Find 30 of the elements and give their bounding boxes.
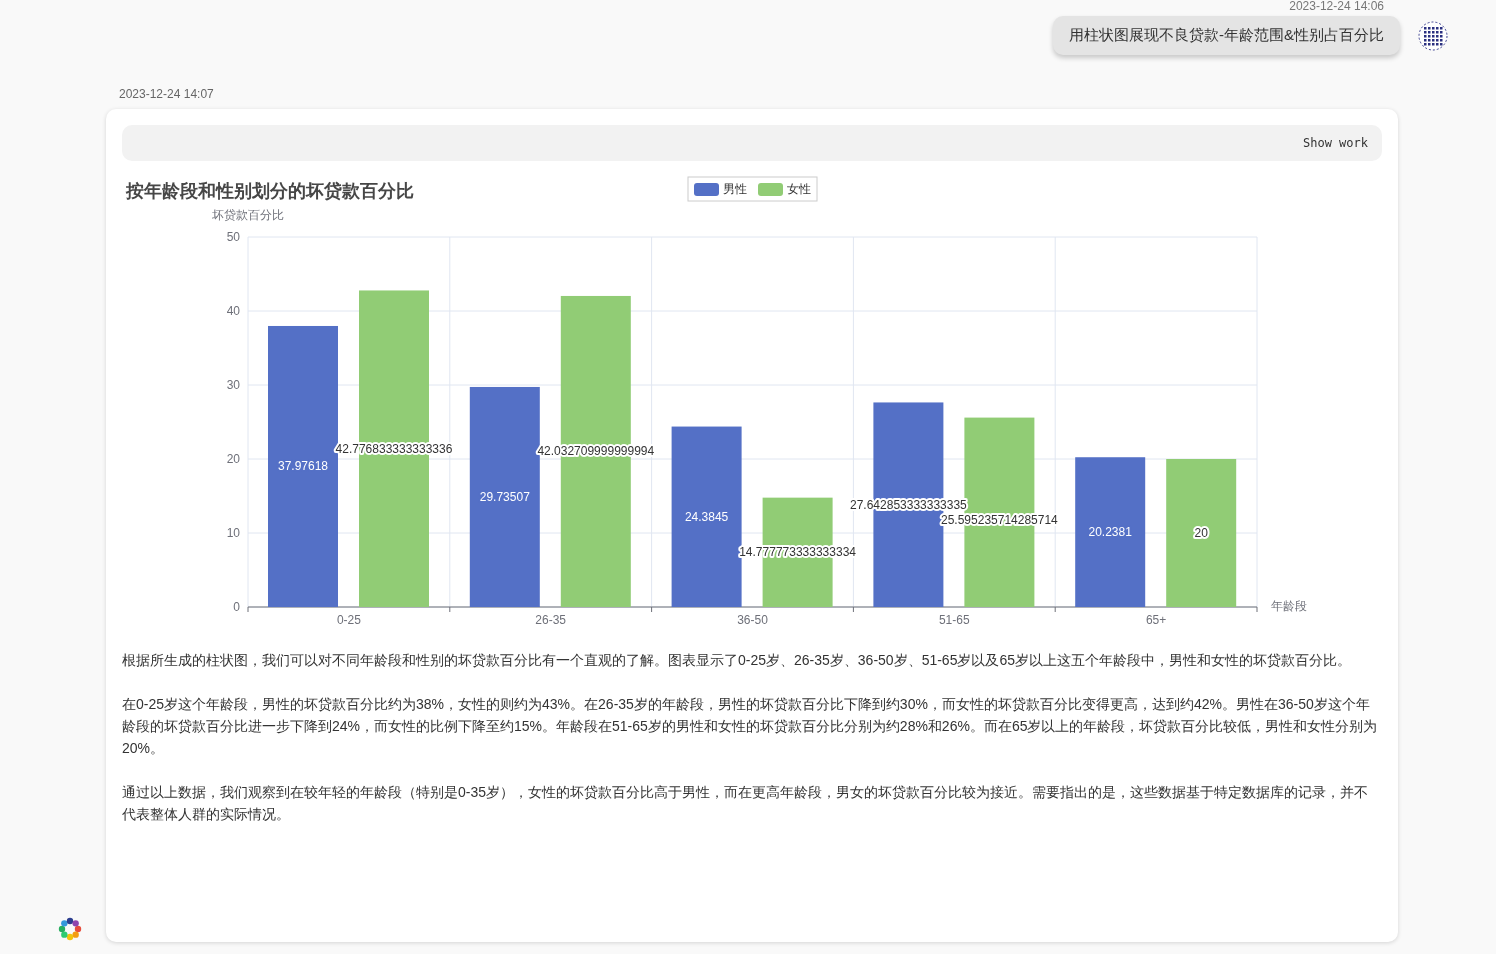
x-tick-label: 26-35 [535,613,567,627]
user-message: 用柱状图展现不良贷款-年龄范围&性别占百分比 [1053,16,1400,55]
avatar-icon [1418,20,1448,51]
y-tick-label: 10 [226,526,240,540]
y-axis-title: 坏贷款百分比 [212,208,284,222]
logo-icon [58,917,82,941]
x-axis-title: 年龄段 [1271,599,1307,613]
show-work-button[interactable]: Show work [1302,136,1368,150]
y-tick-label: 50 [226,230,240,244]
x-tick-label: 0-25 [336,613,361,627]
answer-paragraph: 根据所生成的柱状图，我们可以对不同年龄段和性别的坏贷款百分比有一个直观的了解。图表显示了0-25岁、26-35岁、36-50岁、51-65岁以及65岁以上这五个年龄段中，男性和女性的坏贷款百分比。 [122,651,1352,670]
x-tick-label: 51-65 [938,613,970,627]
answer-paragraph: 在0-25岁这个年龄段，男性的坏贷款百分比约为38%，女性的则约为43%。在26-35岁的年龄段，男性的坏贷款百分比下降到约30%，而女性的坏贷款百分比变得更高，达到约42%。男性在36-50岁这个年龄段的坏贷款百分比进一步下降到24%，而女性的比例下降至约15%。年龄段在51-65岁的男性和女性的坏贷款百分比分别为约28%和26%。而在65岁以上的年龄段，坏贷款百分比较低，男性和女性分别为20%。 [122,695,1379,758]
x-tick-label: 65+ [1145,613,1167,627]
legend-label: 男性 [723,182,747,196]
bar-value-label: 29.73507 [479,490,530,504]
bar-value-label: 20.2381 [1088,525,1132,540]
y-tick-label: 20 [226,452,240,466]
y-tick-label: 0 [233,600,240,614]
answer-paragraph: 通过以上数据，我们观察到在较年轻的年龄段（特别是0-35岁），女性的坏贷款百分比高于男性，而在更高年龄段，男女的坏贷款百分比较为接近。需要指出的是，这些数据基于特定数据库的记录，并不代表整体人群的实际情况。 [122,783,1370,824]
y-tick-label: 40 [226,304,240,318]
chart-title: 按年龄段和性别划分的坏贷款百分比 [126,181,414,201]
bar-value-label: 24.3845 [684,509,729,524]
legend-label: 女性 [787,182,811,196]
y-tick-label: 30 [226,378,240,392]
message-time: 2023-12-24 14:07 [119,87,214,101]
bar-value-label: 20 [1194,526,1208,540]
x-tick-label: 36-50 [737,613,768,627]
message-time: 2023-12-24 14:06 [1289,0,1384,13]
bar-value-label: 37.97618 [277,459,329,474]
